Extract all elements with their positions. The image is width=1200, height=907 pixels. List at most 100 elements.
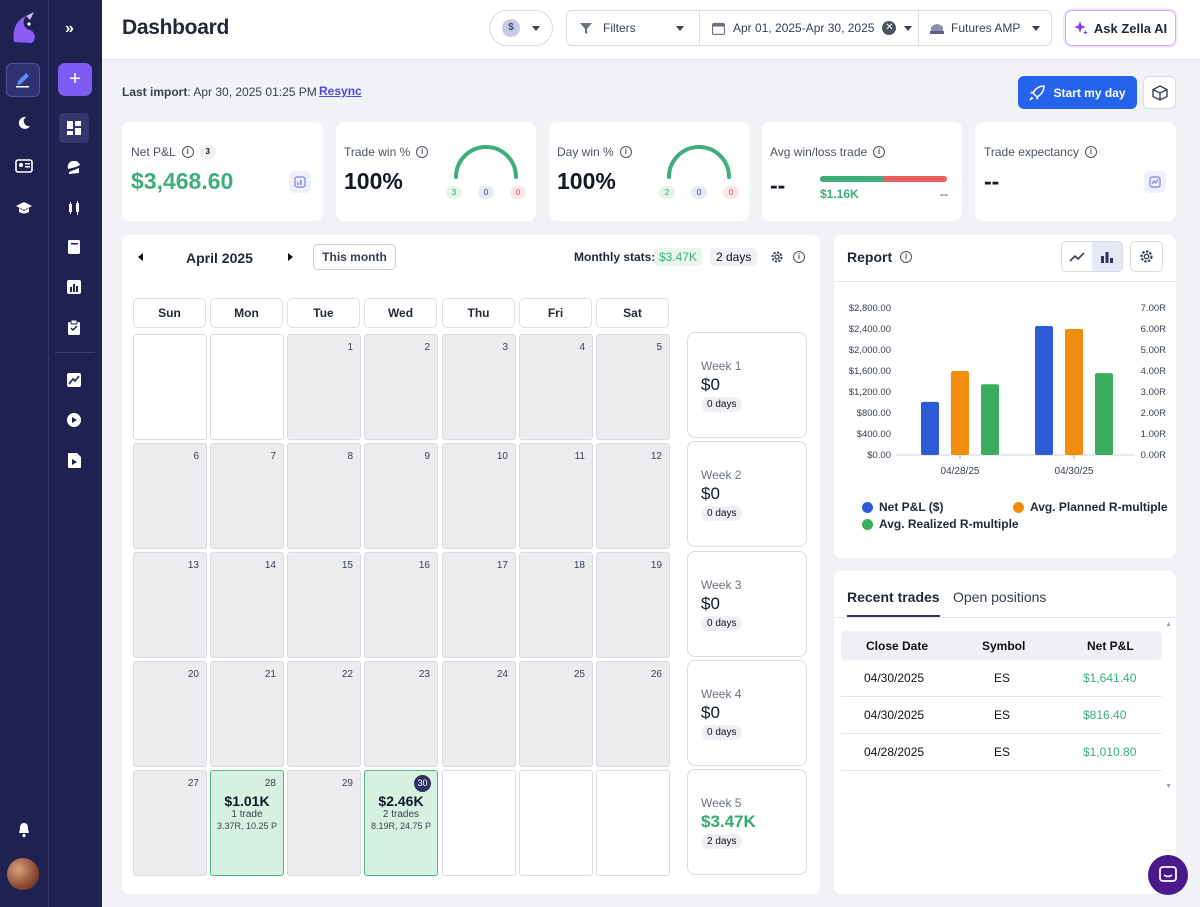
user-avatar[interactable] xyxy=(7,858,39,890)
calendar-day-27[interactable]: 27 xyxy=(133,770,207,876)
avg-win-value: $1.16K xyxy=(820,187,859,201)
info-icon[interactable]: i xyxy=(873,146,886,158)
ask-zella-ai-button[interactable]: Ask Zella AI xyxy=(1065,10,1176,46)
info-icon[interactable]: i xyxy=(1084,146,1097,158)
calendar-day-12[interactable]: 12 xyxy=(596,443,670,549)
calendar-day-15[interactable]: 15 xyxy=(287,552,361,658)
weekday-tue: Tue xyxy=(287,298,360,328)
expectancy-chart-icon[interactable] xyxy=(1144,171,1166,193)
info-icon[interactable]: i xyxy=(181,146,194,158)
calendar-day-20[interactable]: 20 xyxy=(133,661,207,767)
nav-resource-center-icon[interactable] xyxy=(64,450,84,470)
calendar-day-18[interactable]: 18 xyxy=(519,552,593,658)
calendar-day-22[interactable]: 22 xyxy=(287,661,361,767)
app-logo-icon[interactable] xyxy=(8,10,40,46)
calendar-day-29[interactable]: 29 xyxy=(287,770,361,876)
graduation-cap-icon[interactable] xyxy=(13,197,35,219)
this-month-button[interactable]: This month xyxy=(313,244,396,270)
info-icon[interactable]: i xyxy=(793,251,805,263)
calendar-day-24[interactable]: 24 xyxy=(442,661,516,767)
calendar-day-10[interactable]: 10 xyxy=(442,443,516,549)
nav-playbook-icon[interactable] xyxy=(64,317,84,337)
next-month-icon[interactable] xyxy=(288,253,293,261)
week-summary-4[interactable]: Week 4 $0 0 days xyxy=(687,660,807,766)
net-pnl-title: Net P&L i 3 xyxy=(131,145,216,159)
contacts-card-icon[interactable] xyxy=(13,155,35,177)
calendar-day-14[interactable]: 14 xyxy=(210,552,284,658)
info-icon[interactable]: i xyxy=(900,251,913,263)
scroll-down-arrow-icon[interactable]: ▼ xyxy=(1165,783,1172,790)
trade-row[interactable]: 04/28/2025 ES $1,010.80 xyxy=(841,734,1162,771)
calendar-day-11[interactable]: 11 xyxy=(519,443,593,549)
week-summary-2[interactable]: Week 2 $0 0 days xyxy=(687,441,807,547)
widget-settings-button[interactable] xyxy=(1143,76,1176,109)
calendar-day-5[interactable]: 5 xyxy=(596,334,670,440)
week-summary-5[interactable]: Week 5 $3.47K 2 days xyxy=(687,769,807,875)
calendar-day-2[interactable]: 2 xyxy=(364,334,438,440)
calendar-day-3[interactable]: 3 xyxy=(442,334,516,440)
calendar-day-19[interactable]: 19 xyxy=(596,552,670,658)
journal-edit-icon[interactable] xyxy=(6,63,40,97)
nav-trade-view-icon[interactable] xyxy=(64,198,84,218)
clear-date-icon[interactable]: ✕ xyxy=(882,21,897,35)
calendar-day-9[interactable]: 9 xyxy=(364,443,438,549)
day-number: 25 xyxy=(573,669,585,680)
line-chart-icon[interactable] xyxy=(1062,242,1092,271)
resync-link[interactable]: Resync xyxy=(319,84,362,98)
calendar-day-17[interactable]: 17 xyxy=(442,552,516,658)
day-number: 3 xyxy=(502,342,508,353)
net-pnl-chart-icon[interactable] xyxy=(289,171,311,193)
tab-recent-trades[interactable]: Recent trades xyxy=(847,589,940,617)
nav-dashboard-icon[interactable] xyxy=(59,113,89,143)
calendar-settings-gear-icon[interactable] xyxy=(770,250,784,264)
calendar-day-8[interactable]: 8 xyxy=(287,443,361,549)
tab-open-positions[interactable]: Open positions xyxy=(953,589,1046,605)
date-range-text: Apr 01, 2025-Apr 30, 2025 xyxy=(733,21,875,35)
scroll-up-arrow-icon[interactable]: ▲ xyxy=(1165,621,1172,628)
bar-chart-icon[interactable] xyxy=(1092,242,1122,271)
header-close-date[interactable]: Close Date xyxy=(866,631,928,660)
expand-sidebar-icon[interactable]: » xyxy=(65,20,74,38)
account-selector[interactable]: Futures AMP xyxy=(918,10,1052,46)
moon-icon[interactable] xyxy=(13,112,35,134)
calendar-day-4[interactable]: 4 xyxy=(519,334,593,440)
date-range-picker[interactable]: Apr 01, 2025-Apr 30, 2025 ✕ xyxy=(699,10,919,46)
account-currency-dropdown[interactable]: $ xyxy=(489,10,553,46)
header-symbol[interactable]: Symbol xyxy=(982,631,1025,660)
nav-progress-tracker-icon[interactable] xyxy=(64,370,84,390)
calendar-day-1[interactable]: 1 xyxy=(287,334,361,440)
add-trade-button[interactable]: + xyxy=(58,63,92,96)
info-icon[interactable]: i xyxy=(416,146,429,158)
calendar-day-6[interactable]: 6 xyxy=(133,443,207,549)
filters-dropdown[interactable]: Filters xyxy=(566,10,700,46)
calendar-day-21[interactable]: 21 xyxy=(210,661,284,767)
chat-support-button[interactable] xyxy=(1148,855,1188,895)
calendar-day-16[interactable]: 16 xyxy=(364,552,438,658)
calendar-day-26[interactable]: 26 xyxy=(596,661,670,767)
nav-notebook-icon[interactable] xyxy=(64,237,84,257)
calendar-day-7[interactable]: 7 xyxy=(210,443,284,549)
trade-row[interactable]: 04/30/2025 ES $1,641.40 xyxy=(841,660,1162,697)
start-my-day-button[interactable]: Start my day xyxy=(1018,76,1137,109)
trade-win-gauge xyxy=(454,145,518,179)
calendar-day-13[interactable]: 13 xyxy=(133,552,207,658)
trade-expectancy-card: Trade expectancy i -- xyxy=(975,122,1176,221)
nav-reports-icon[interactable] xyxy=(64,277,84,297)
notification-bell-icon[interactable] xyxy=(13,819,35,841)
week-summary-1[interactable]: Week 1 $0 0 days xyxy=(687,332,807,438)
calendar-day-28[interactable]: $1.01K 1 trade 3.37R, 10.25 P 28 xyxy=(210,770,284,876)
prev-month-icon[interactable] xyxy=(138,253,143,261)
calendar-day-25[interactable]: 25 xyxy=(519,661,593,767)
week-summary-3[interactable]: Week 3 $0 0 days xyxy=(687,551,807,657)
nav-daily-journal-icon[interactable] xyxy=(64,158,84,178)
gauge-breakeven-badge: 0 xyxy=(691,186,707,199)
info-icon[interactable]: i xyxy=(619,146,632,158)
trade-row[interactable]: 04/30/2025 ES $816.40 xyxy=(841,697,1162,734)
nav-replay-icon[interactable] xyxy=(64,410,84,430)
legend-label: Net P&L ($) xyxy=(879,500,944,514)
calendar-day-30[interactable]: $2.46K 2 trades 8.19R, 24.75 P 30 xyxy=(364,770,438,876)
y-right-tick-label: 7.00R xyxy=(1141,303,1166,314)
header-net-pnl[interactable]: Net P&L xyxy=(1087,631,1134,660)
calendar-day-23[interactable]: 23 xyxy=(364,661,438,767)
report-settings-button[interactable] xyxy=(1130,241,1163,272)
